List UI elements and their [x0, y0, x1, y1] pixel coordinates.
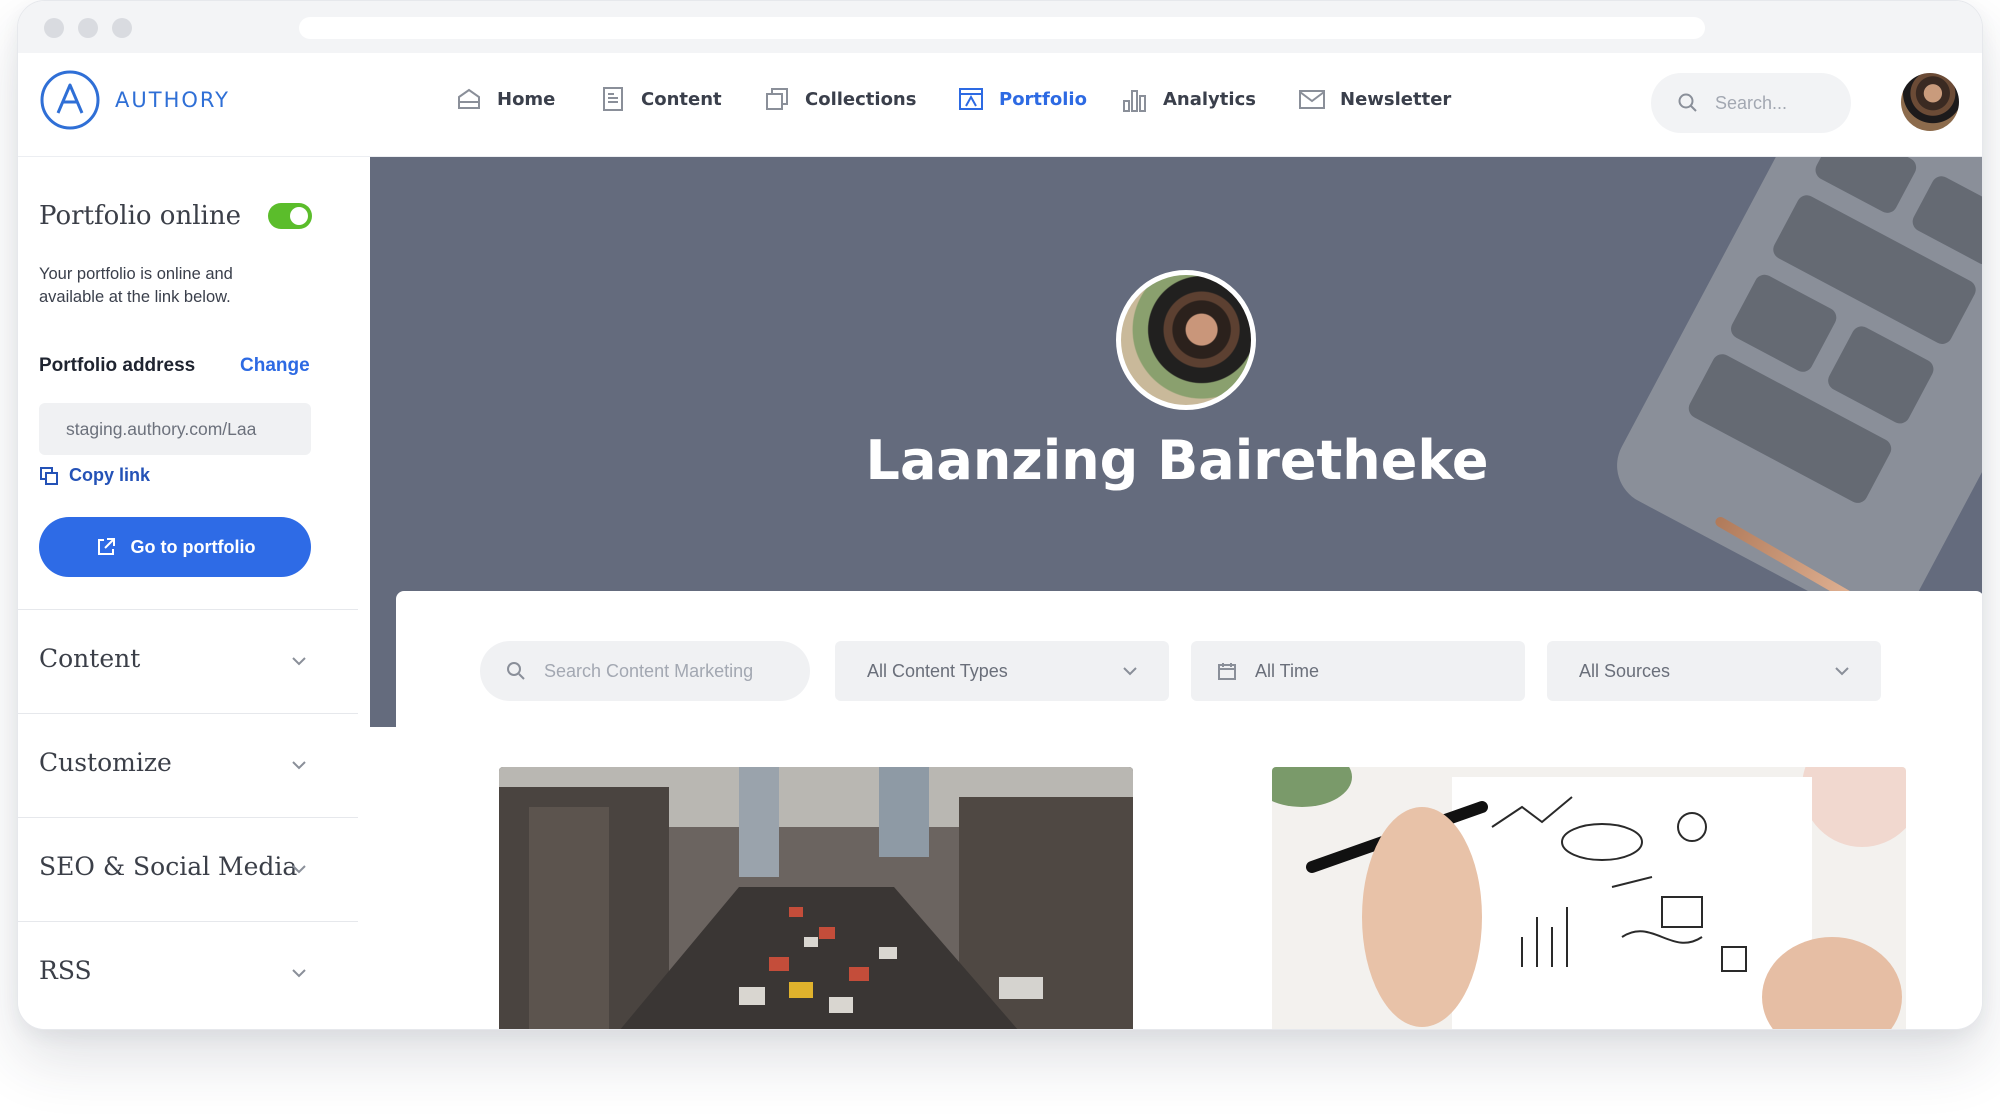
calendar-icon — [1218, 663, 1236, 680]
business-sketch-photo — [1272, 767, 1906, 1029]
section-content[interactable]: Content — [18, 609, 358, 713]
analytics-icon — [1123, 90, 1146, 112]
author-name: Laanzing Bairetheke — [865, 429, 1489, 492]
portfolio-online-title: Portfolio online — [39, 201, 241, 231]
section-customize-label: Customize — [39, 748, 172, 777]
chevron-down-icon — [1835, 667, 1849, 676]
search-icon — [1678, 93, 1697, 112]
nav-content-label: Content — [641, 88, 722, 110]
portfolio-avatar — [1116, 270, 1256, 410]
portfolio-address-field[interactable] — [39, 403, 311, 455]
chevron-down-icon — [292, 969, 306, 978]
section-customize[interactable]: Customize — [18, 713, 358, 817]
authory-logo[interactable]: AUTHORY — [39, 69, 230, 131]
nav-collections-label: Collections — [805, 88, 917, 110]
portfolio-sidebar: Portfolio online Your portfolio is onlin… — [18, 157, 358, 1029]
portfolio-online-toggle[interactable] — [268, 203, 312, 229]
browser-titlebar — [18, 1, 1982, 53]
copy-link-button[interactable]: Copy link — [39, 465, 150, 486]
section-seo-social-label: SEO & Social Media — [39, 852, 298, 881]
content-types-value: All Content Types — [867, 660, 1008, 681]
section-seo-social[interactable]: SEO & Social Media — [18, 817, 358, 921]
section-rss-label: RSS — [39, 956, 92, 985]
portfolio-icon — [959, 88, 983, 110]
chevron-down-icon — [292, 761, 306, 770]
chevron-down-icon — [292, 865, 306, 874]
home-icon — [458, 88, 480, 109]
chevron-down-icon — [292, 657, 306, 666]
external-link-icon — [97, 538, 115, 555]
content-search-placeholder: Search Content Marketing — [544, 660, 754, 681]
nav-portfolio-label: Portfolio — [999, 88, 1087, 110]
change-address-link[interactable]: Change — [240, 355, 310, 377]
section-rss[interactable]: RSS — [18, 921, 358, 1025]
copy-link-label: Copy link — [69, 465, 151, 485]
nav-home-label: Home — [497, 88, 556, 110]
nav-portfolio[interactable]: Portfolio — [957, 85, 1087, 113]
content-card-image-city[interactable] — [499, 767, 1133, 1029]
collections-icon — [766, 88, 788, 110]
top-navigation: AUTHORY Home Content Collections Portfol… — [18, 53, 1982, 157]
content-search[interactable]: Search Content Marketing — [480, 641, 810, 701]
address-bar[interactable] — [299, 17, 1705, 39]
nav-newsletter[interactable]: Newsletter — [1298, 85, 1451, 113]
chevron-down-icon — [1123, 667, 1137, 676]
nav-collections[interactable]: Collections — [763, 85, 916, 113]
portfolio-address-label: Portfolio address — [39, 355, 196, 376]
portfolio-online-description: Your portfolio is online and available a… — [39, 265, 233, 306]
content-types-dropdown[interactable]: All Content Types — [835, 641, 1169, 701]
browser-window: AUTHORY Home Content Collections Portfol… — [17, 0, 1983, 1030]
city-traffic-photo — [499, 767, 1133, 1029]
window-minimize-dot[interactable] — [78, 18, 98, 38]
content-card-image-sketch[interactable] — [1272, 767, 1906, 1029]
global-search-input[interactable] — [1715, 92, 1835, 114]
go-to-portfolio-button[interactable]: Go to portfolio — [39, 517, 311, 577]
newsletter-icon — [1299, 90, 1325, 109]
nav-content[interactable]: Content — [599, 85, 722, 113]
sources-value: All Sources — [1579, 660, 1671, 681]
authory-logo-icon — [40, 70, 100, 130]
global-search[interactable] — [1651, 73, 1851, 133]
user-avatar[interactable] — [1901, 73, 1959, 131]
section-content-label: Content — [39, 644, 141, 673]
nav-home[interactable]: Home — [455, 85, 555, 113]
search-icon — [507, 662, 525, 680]
nav-newsletter-label: Newsletter — [1340, 88, 1452, 110]
content-icon — [603, 87, 623, 111]
copy-icon — [40, 466, 58, 485]
time-range-picker[interactable]: All Time — [1191, 641, 1525, 701]
go-to-portfolio-label: Go to portfolio — [130, 536, 256, 557]
nav-analytics[interactable]: Analytics — [1121, 85, 1256, 113]
time-range-value: All Time — [1255, 660, 1320, 681]
nav-analytics-label: Analytics — [1163, 88, 1256, 110]
brand-name: AUTHORY — [115, 88, 230, 112]
window-maximize-dot[interactable] — [112, 18, 132, 38]
sources-dropdown[interactable]: All Sources — [1547, 641, 1881, 701]
window-close-dot[interactable] — [44, 18, 64, 38]
